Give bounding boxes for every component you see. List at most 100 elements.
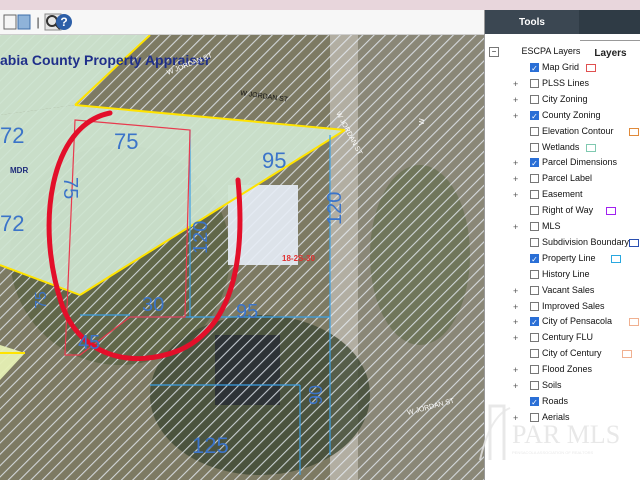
layer-item[interactable]: + Flood Zones <box>485 364 640 378</box>
layer-swatch-icon <box>585 64 596 72</box>
dimension-label: 75 <box>33 291 50 309</box>
layer-checkbox[interactable] <box>530 78 539 88</box>
layer-label: Parcel Dimensions <box>542 157 618 168</box>
layer-checkbox[interactable] <box>530 269 539 279</box>
map-toggle-icon[interactable] <box>0 12 34 32</box>
layer-item[interactable]: + Easement <box>485 189 640 203</box>
layer-item[interactable]: + ✓ County Zoning <box>485 110 640 124</box>
dimension-label: 120 <box>190 221 212 254</box>
expand-icon[interactable]: + <box>513 286 521 295</box>
layer-checkbox[interactable]: ✓ <box>530 110 539 121</box>
layer-label: County Zoning <box>542 109 601 120</box>
layer-item[interactable]: Elevation Contour <box>485 126 640 140</box>
expand-icon[interactable]: + <box>513 159 521 168</box>
layer-checkbox[interactable] <box>530 285 539 295</box>
layer-checkbox[interactable] <box>530 237 539 247</box>
layer-label: Century FLU <box>542 332 594 343</box>
layer-swatch-icon <box>621 350 632 359</box>
root-label: ESCPA Layers <box>521 46 581 56</box>
layer-item[interactable]: History Line <box>485 269 640 283</box>
layer-checkbox[interactable] <box>530 142 539 152</box>
layer-item[interactable]: ✓ Map Grid <box>485 62 640 76</box>
panel-tabs: Tools Layers <box>485 10 640 65</box>
layer-label: City of Pensacola <box>542 316 613 327</box>
layer-checkbox[interactable] <box>530 349 539 359</box>
watermark-text: PAR MLS <box>512 420 620 449</box>
layer-item[interactable]: Wetlands <box>485 142 640 156</box>
layer-item[interactable]: ✓ Property Line <box>485 253 640 267</box>
layer-checkbox[interactable]: ✓ <box>530 317 539 327</box>
layer-item[interactable]: + ✓ City of Pensacola <box>485 316 640 330</box>
dimension-label: 30 <box>142 294 164 316</box>
layer-checkbox[interactable] <box>530 301 539 311</box>
expand-icon[interactable]: + <box>513 79 521 88</box>
layer-label: Property Line <box>542 252 596 263</box>
watermark-subtitle: PENSACOLA ASSOCIATION OF REALTORS <box>512 450 593 455</box>
layer-label: Improved Sales <box>542 300 605 311</box>
parcel-map[interactable]: abia County Property Appraiser W JORDAN … <box>0 35 484 480</box>
layer-item[interactable]: + PLSS Lines <box>485 78 640 92</box>
layer-label: Elevation Contour <box>542 125 614 136</box>
expand-icon[interactable]: + <box>513 223 521 232</box>
layer-swatch-icon <box>629 238 639 247</box>
expand-icon[interactable]: + <box>513 175 521 184</box>
map-toolbar: | ? <box>0 10 484 35</box>
layer-item[interactable]: Subdivision Boundary <box>485 237 640 251</box>
layer-label: Map Grid <box>542 62 580 72</box>
grid-label: 18-2S-30 <box>282 254 315 263</box>
layer-checkbox[interactable] <box>530 126 539 136</box>
layer-checkbox[interactable]: ✓ <box>530 158 539 168</box>
layer-label: Vacant Sales <box>542 284 595 295</box>
dimension-label: 72 <box>0 211 24 236</box>
layer-checkbox[interactable]: ✓ <box>530 253 539 264</box>
dimension-label: 75 <box>114 129 138 154</box>
layer-label: Easement <box>542 189 583 200</box>
tab-tools[interactable]: Tools <box>485 10 579 34</box>
layer-item[interactable]: City of Century <box>485 348 640 362</box>
layer-label: City Zoning <box>542 93 588 104</box>
layer-checkbox[interactable] <box>530 333 539 343</box>
layer-swatch-icon <box>629 318 639 327</box>
layer-swatch-icon <box>611 254 622 263</box>
layer-item[interactable]: + Century FLU <box>485 332 640 346</box>
collapse-icon[interactable]: − <box>489 47 499 57</box>
expand-icon[interactable]: + <box>513 334 521 343</box>
expand-icon[interactable]: + <box>513 366 521 375</box>
layer-item[interactable]: Right of Way <box>485 205 640 219</box>
layer-label: MLS <box>542 221 561 231</box>
help-icon[interactable]: ? <box>54 12 74 32</box>
svg-text:?: ? <box>60 15 67 29</box>
expand-icon[interactable]: + <box>513 318 521 327</box>
layer-checkbox[interactable] <box>530 94 539 104</box>
layer-item[interactable]: + Vacant Sales <box>485 285 640 299</box>
layer-checkbox[interactable] <box>530 174 539 184</box>
layer-swatch-icon <box>629 127 639 136</box>
layer-item[interactable]: + Parcel Label <box>485 173 640 187</box>
layer-label: PLSS Lines <box>542 77 590 88</box>
dimension-label: 45 <box>78 332 100 354</box>
layer-item[interactable]: + Improved Sales <box>485 301 640 315</box>
layer-checkbox[interactable]: ✓ <box>530 63 539 73</box>
layer-checkbox[interactable] <box>530 365 539 375</box>
layer-item[interactable]: + MLS <box>485 221 640 235</box>
layer-label: History Line <box>542 268 590 279</box>
layer-checkbox[interactable] <box>530 206 539 216</box>
layer-tree-root: − ESCPA Layers <box>489 46 580 57</box>
map-canvas[interactable]: abia County Property Appraiser W JORDAN … <box>0 35 484 480</box>
dimension-label: 90 <box>306 385 326 405</box>
window-top-strip <box>0 0 640 10</box>
layer-checkbox[interactable] <box>530 190 539 200</box>
expand-icon[interactable]: + <box>513 382 521 391</box>
expand-icon[interactable]: + <box>513 302 521 311</box>
layer-checkbox[interactable] <box>530 222 539 231</box>
layer-item[interactable]: + Soils <box>485 380 640 394</box>
layer-item[interactable]: + ✓ Parcel Dimensions <box>485 157 640 171</box>
expand-icon[interactable]: + <box>513 95 521 104</box>
expand-icon[interactable]: + <box>513 191 521 200</box>
layer-label: Soils <box>542 380 562 390</box>
dimension-label: 95 <box>236 301 258 323</box>
expand-icon[interactable]: + <box>513 111 521 120</box>
layer-checkbox[interactable] <box>530 381 539 390</box>
parmls-watermark: PAR MLS PENSACOLA ASSOCIATION OF REALTOR… <box>470 398 620 470</box>
layer-item[interactable]: + City Zoning <box>485 94 640 108</box>
